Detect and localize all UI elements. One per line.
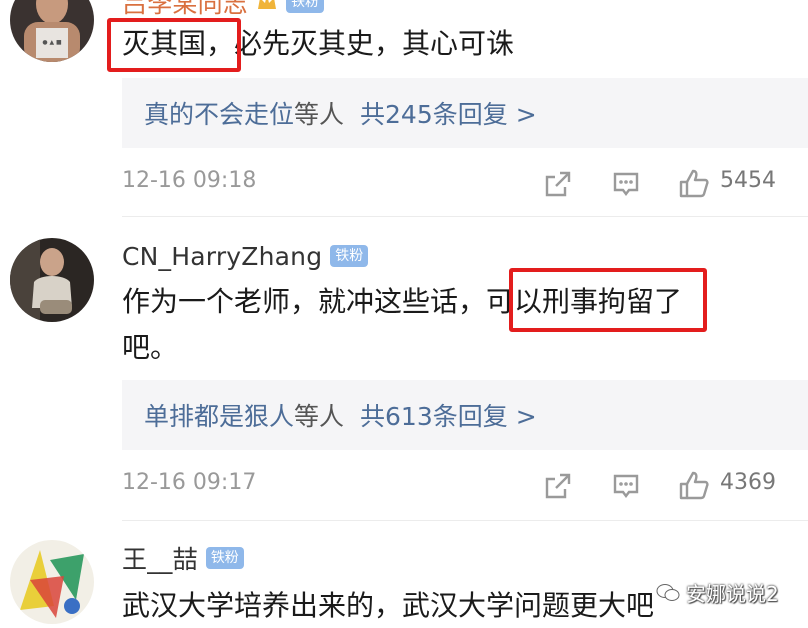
avatar[interactable]: [10, 238, 94, 322]
like-count: 5454: [720, 168, 776, 193]
comment-text-highlighted: 可以刑事拘留: [486, 285, 655, 318]
comment-meta: 12-16 09:18 5454: [0, 164, 808, 204]
username[interactable]: CN_HarryZhang: [122, 242, 322, 271]
avatar[interactable]: ● ▲ ■: [10, 0, 94, 62]
reply-user-link[interactable]: 单排都是狠人: [144, 397, 294, 433]
watermark-text: 安娜说说2: [686, 582, 779, 606]
comment-icon[interactable]: [606, 466, 646, 506]
comment-text-line2: 吧。: [122, 331, 179, 364]
comment-text-part: 了: [654, 285, 683, 318]
wechat-icon: [656, 583, 680, 603]
svg-text:● ▲ ■: ● ▲ ■: [42, 39, 62, 46]
comment-text-highlighted: 灭其国，: [122, 27, 235, 60]
username[interactable]: 王__喆: [122, 540, 198, 576]
weibo-comment-list: ● ▲ ■ 吕李某同志 铁粉 灭其国，必先灭其史，其心可诛 真的不会走位 等人 …: [0, 0, 808, 628]
comment-icon[interactable]: [606, 164, 646, 204]
like-count: 4369: [720, 470, 776, 495]
divider: [122, 216, 808, 217]
comment-header: 王__喆 铁粉: [122, 540, 244, 576]
fan-badge: 铁粉: [330, 245, 369, 267]
username[interactable]: 吕李某同志: [122, 0, 248, 20]
share-icon[interactable]: [538, 164, 578, 204]
reply-summary[interactable]: 单排都是狠人 等人 共613条回复 >: [122, 380, 808, 450]
reply-user-link[interactable]: 真的不会走位: [144, 95, 294, 131]
timestamp: 12-16 09:17: [122, 470, 257, 495]
comment-header: CN_HarryZhang 铁粉: [122, 238, 369, 274]
divider: [122, 520, 808, 521]
crown-icon: [256, 0, 278, 11]
reply-suffix: 等人: [294, 402, 345, 431]
share-icon[interactable]: [538, 466, 578, 506]
thumbs-up-icon[interactable]: [674, 466, 714, 506]
thumbs-up-icon[interactable]: [674, 164, 714, 204]
timestamp: 12-16 09:18: [122, 168, 257, 193]
reply-count-link[interactable]: 共245条回复 >: [360, 95, 537, 131]
avatar[interactable]: [10, 540, 94, 624]
watermark: 安娜说说2: [656, 578, 779, 607]
comment-header: 吕李某同志 铁粉: [122, 0, 325, 20]
reply-summary[interactable]: 真的不会走位 等人 共245条回复 >: [122, 78, 808, 148]
comment-text-part: 作为一个老师，就冲这些话，: [122, 285, 487, 318]
fan-badge: 铁粉: [286, 0, 325, 13]
comment-text: 作为一个老师，就冲这些话，可以刑事拘留了: [122, 280, 682, 324]
comment-text: 武汉大学培养出来的，武汉大学问题更大吧: [122, 589, 655, 622]
comment-text-rest: 必先灭其史，其心可诛: [234, 27, 515, 60]
reply-count-link[interactable]: 共613条回复 >: [360, 397, 537, 433]
reply-suffix: 等人: [294, 100, 345, 129]
comment-text: 灭其国，必先灭其史，其心可诛: [122, 22, 514, 66]
comment-meta: 12-16 09:17 4369: [0, 466, 808, 506]
fan-badge: 铁粉: [205, 547, 244, 569]
